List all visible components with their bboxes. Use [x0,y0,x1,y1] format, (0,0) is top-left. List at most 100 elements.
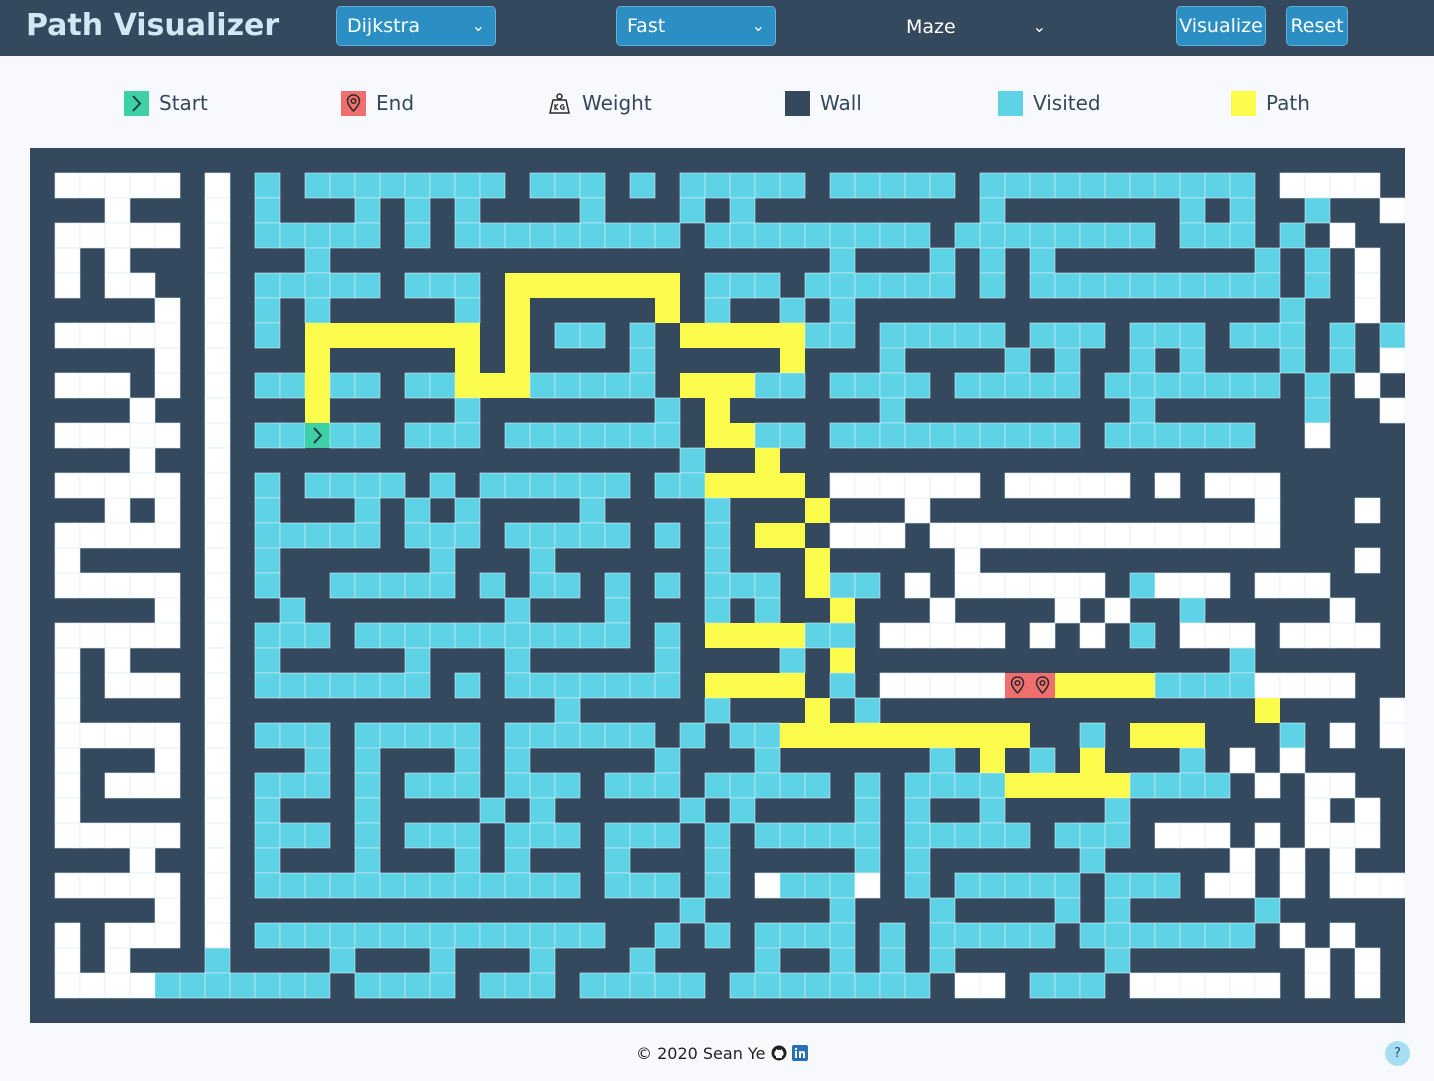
visited-cell[interactable] [404,197,431,224]
empty-cell[interactable] [1279,172,1306,199]
empty-cell[interactable] [54,722,81,749]
empty-cell[interactable] [204,422,231,449]
speed-select[interactable]: Fast ⌄ [616,6,776,46]
path-cell[interactable] [480,373,505,398]
visited-cell[interactable] [579,372,606,399]
visited-cell[interactable] [1179,372,1206,399]
visited-cell[interactable] [579,222,606,249]
visited-cell[interactable] [979,772,1006,799]
maze-select[interactable]: Maze ⌄ [896,8,1056,48]
visited-cell[interactable] [829,822,856,849]
visited-cell[interactable] [529,797,556,824]
path-cell[interactable] [805,723,830,748]
visited-cell[interactable] [279,772,306,799]
visited-cell[interactable] [854,172,881,199]
empty-cell[interactable] [104,497,131,524]
visited-cell[interactable] [1179,222,1206,249]
visited-cell[interactable] [829,922,856,949]
visited-cell[interactable] [329,947,356,974]
visited-cell[interactable] [854,797,881,824]
empty-cell[interactable] [904,497,931,524]
visited-cell[interactable] [929,822,956,849]
empty-cell[interactable] [754,872,781,899]
visited-cell[interactable] [1054,972,1081,999]
empty-cell[interactable] [79,622,106,649]
visited-cell[interactable] [829,872,856,899]
empty-cell[interactable] [1304,572,1331,599]
empty-cell[interactable] [204,822,231,849]
empty-cell[interactable] [1329,822,1356,849]
visited-cell[interactable] [429,422,456,449]
visited-cell[interactable] [1329,347,1356,374]
visited-cell[interactable] [879,372,906,399]
empty-cell[interactable] [1054,597,1081,624]
visited-cell[interactable] [904,972,931,999]
visited-cell[interactable] [1129,272,1156,299]
visited-cell[interactable] [429,947,456,974]
visited-cell[interactable] [754,747,781,774]
visited-cell[interactable] [429,822,456,849]
empty-cell[interactable] [154,822,181,849]
empty-cell[interactable] [104,172,131,199]
visited-cell[interactable] [1179,747,1206,774]
visited-cell[interactable] [479,222,506,249]
visited-cell[interactable] [1079,922,1106,949]
visited-cell[interactable] [779,297,806,324]
visited-cell[interactable] [854,222,881,249]
path-cell[interactable] [930,723,955,748]
visited-cell[interactable] [1004,347,1031,374]
visited-cell[interactable] [554,622,581,649]
empty-cell[interactable] [54,247,81,274]
visited-cell[interactable] [279,422,306,449]
visited-cell[interactable] [454,297,481,324]
visited-cell[interactable] [254,772,281,799]
visited-cell[interactable] [829,322,856,349]
visited-cell[interactable] [1154,272,1181,299]
empty-cell[interactable] [929,597,956,624]
empty-cell[interactable] [1279,672,1306,699]
empty-cell[interactable] [204,597,231,624]
empty-cell[interactable] [79,972,106,999]
path-cell[interactable] [380,323,405,348]
empty-cell[interactable] [154,622,181,649]
visited-cell[interactable] [1029,222,1056,249]
path-cell[interactable] [705,673,730,698]
visited-cell[interactable] [504,747,531,774]
visited-cell[interactable] [404,222,431,249]
visited-cell[interactable] [954,772,981,799]
visited-cell[interactable] [1129,422,1156,449]
empty-cell[interactable] [129,447,156,474]
path-cell[interactable] [505,273,530,298]
visited-cell[interactable] [354,797,381,824]
empty-cell[interactable] [204,272,231,299]
visited-cell[interactable] [429,472,456,499]
visited-cell[interactable] [354,497,381,524]
empty-cell[interactable] [104,197,131,224]
visited-cell[interactable] [429,922,456,949]
path-cell[interactable] [355,323,380,348]
empty-cell[interactable] [1154,472,1181,499]
visited-cell[interactable] [504,822,531,849]
visited-cell[interactable] [429,622,456,649]
visited-cell[interactable] [529,872,556,899]
visited-cell[interactable] [929,947,956,974]
visited-cell[interactable] [704,272,731,299]
visited-cell[interactable] [1204,422,1231,449]
empty-cell[interactable] [1079,572,1106,599]
visited-cell[interactable] [929,422,956,449]
empty-cell[interactable] [204,872,231,899]
empty-cell[interactable] [204,347,231,374]
empty-cell[interactable] [204,847,231,874]
visited-cell[interactable] [454,922,481,949]
visited-cell[interactable] [254,297,281,324]
empty-cell[interactable] [204,497,231,524]
empty-cell[interactable] [1229,522,1256,549]
visited-cell[interactable] [354,572,381,599]
start-node[interactable] [305,423,330,448]
empty-cell[interactable] [54,422,81,449]
visited-cell[interactable] [1104,797,1131,824]
visited-cell[interactable] [429,547,456,574]
empty-cell[interactable] [879,672,906,699]
path-cell[interactable] [805,548,830,573]
visited-cell[interactable] [879,397,906,424]
